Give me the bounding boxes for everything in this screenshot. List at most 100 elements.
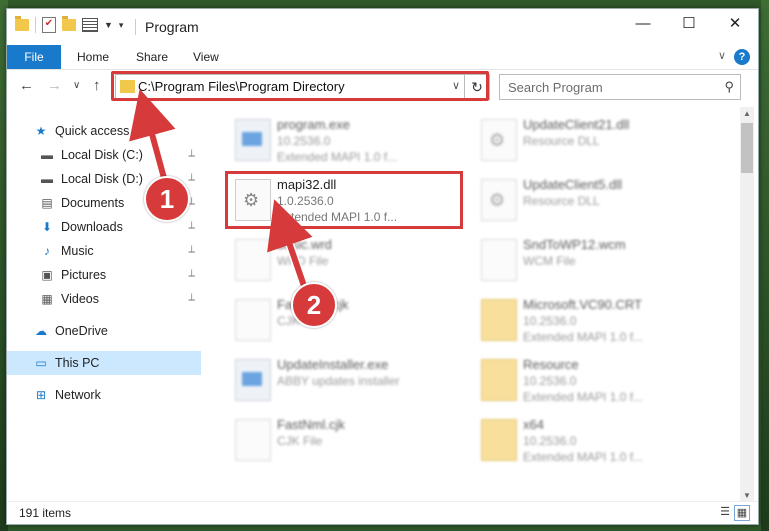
help-icon[interactable]: ? bbox=[734, 49, 750, 65]
search-placeholder: Search Program bbox=[508, 80, 603, 95]
file-name: UpdateInstaller.exe bbox=[277, 357, 389, 372]
details-view-icon[interactable]: ☰ bbox=[718, 505, 732, 519]
star-icon: ★ bbox=[35, 124, 47, 138]
scroll-up-icon[interactable]: ▲ bbox=[740, 109, 754, 118]
minimize-button[interactable]: — bbox=[620, 9, 666, 39]
file-icon bbox=[481, 239, 517, 281]
address-highlight-box bbox=[111, 71, 489, 101]
file-item[interactable]: Microsoft.VC90.CRT 10.2536.0 Extended MAPI… bbox=[475, 293, 715, 349]
file-item[interactable]: basic.wrd WRD File bbox=[229, 233, 469, 289]
recent-locations-button[interactable]: ∨ bbox=[73, 80, 80, 91]
vertical-scrollbar[interactable]: ▲ ▼ bbox=[740, 107, 754, 502]
pin-icon[interactable]: ⟂ bbox=[188, 292, 195, 303]
pin-icon[interactable]: ⟂ bbox=[188, 244, 195, 255]
sidebar-item-videos[interactable]: ▦ Videos ⟂ bbox=[7, 287, 201, 311]
scroll-down-icon[interactable]: ▼ bbox=[740, 491, 754, 500]
sidebar-item-label: Local Disk (D:) bbox=[61, 172, 143, 186]
callout-1: 1 bbox=[144, 176, 190, 222]
file-description: Extended MAPI 1.0 f... bbox=[277, 150, 398, 164]
divider bbox=[35, 17, 36, 33]
pin-icon[interactable]: ⟂ bbox=[188, 268, 195, 279]
sidebar-item-label: Quick access bbox=[55, 124, 130, 138]
close-button[interactable]: ✕ bbox=[712, 9, 758, 39]
tab-view[interactable]: View bbox=[193, 45, 219, 69]
file-detail: 10.2536.0 bbox=[523, 314, 577, 328]
file-item[interactable]: FastNml.cjk CJK File bbox=[229, 413, 469, 469]
maximize-button[interactable]: ☐ bbox=[666, 9, 712, 39]
pin-icon[interactable]: ⟂ bbox=[188, 148, 195, 159]
folder-icon bbox=[481, 419, 517, 461]
file-item[interactable]: x64 10.2536.0 Extended MAPI 1.0 f... bbox=[475, 413, 715, 469]
view-props-icon[interactable] bbox=[82, 18, 98, 32]
explorer-window: ✔ ▼ ▾ Program — ☐ ✕ File Home Share View… bbox=[6, 8, 759, 525]
search-icon[interactable]: ⚲ bbox=[724, 79, 734, 95]
search-input[interactable]: Search Program ⚲ bbox=[499, 74, 741, 100]
sidebar-item-label: OneDrive bbox=[55, 324, 108, 338]
file-icon bbox=[235, 299, 271, 341]
dll-file-icon bbox=[481, 119, 517, 161]
file-item[interactable]: program.exe 10.2536.0 Extended MAPI 1.0 f.… bbox=[229, 113, 469, 169]
divider bbox=[135, 19, 136, 35]
file-item[interactable]: UpdateInstaller.exe ABBY updates installe… bbox=[229, 353, 469, 409]
sidebar-item-onedrive[interactable]: ☁ OneDrive bbox=[7, 319, 201, 343]
tab-home[interactable]: Home bbox=[77, 45, 109, 69]
file-name: Resource bbox=[523, 357, 579, 372]
file-detail: ABBY updates installer bbox=[277, 374, 400, 388]
sidebar-item-this-pc[interactable]: ▭ This PC bbox=[7, 351, 201, 375]
file-item[interactable]: UpdateClient21.dll Resource DLL bbox=[475, 113, 715, 169]
tab-share[interactable]: Share bbox=[136, 45, 168, 69]
pin-icon[interactable]: ⟂ bbox=[188, 172, 195, 183]
window-title: Program bbox=[145, 19, 199, 35]
properties-check-icon[interactable]: ✔ bbox=[42, 17, 56, 33]
folder-icon[interactable] bbox=[15, 16, 29, 31]
file-highlight-box bbox=[225, 171, 463, 229]
file-item[interactable]: FastNext.cjkCJK File bbox=[229, 293, 469, 349]
file-detail: Resource DLL bbox=[523, 134, 600, 148]
forward-button[interactable]: → bbox=[47, 77, 62, 94]
back-button[interactable]: ← bbox=[19, 77, 34, 94]
file-icon bbox=[235, 419, 271, 461]
navigation-bar: ← → ∨ ↑ C:\Program Files\Program Directo… bbox=[7, 71, 758, 103]
navigation-pane: ★ Quick access ▬ Local Disk (C:) ⟂ ▬ Local Dis… bbox=[7, 107, 201, 502]
file-detail: 10.2536.0 bbox=[523, 434, 577, 448]
sidebar-item-label: Network bbox=[55, 388, 101, 402]
up-button[interactable]: ↑ bbox=[93, 77, 101, 94]
chevron-down-icon[interactable]: ▼ bbox=[104, 20, 113, 30]
sidebar-item-label: Music bbox=[61, 244, 94, 258]
tab-file[interactable]: File bbox=[7, 45, 61, 69]
sidebar-item-music[interactable]: ♪ Music ⟂ bbox=[7, 239, 201, 263]
large-icons-view-icon[interactable]: ▦ bbox=[734, 505, 750, 521]
desktop-background-right bbox=[761, 0, 769, 531]
pin-icon[interactable]: ⟂ bbox=[188, 220, 195, 231]
application-icon bbox=[235, 359, 271, 401]
pictures-icon: ▣ bbox=[41, 268, 53, 282]
sidebar-item-label: This PC bbox=[55, 356, 100, 370]
scrollbar-thumb[interactable] bbox=[741, 123, 753, 173]
file-description: Extended MAPI 1.0 f... bbox=[523, 390, 644, 404]
folder-icon bbox=[481, 299, 517, 341]
sidebar-item-label: Local Disk (C:) bbox=[61, 148, 143, 162]
drive-icon: ▬ bbox=[41, 148, 53, 162]
file-name: FastNml.cjk bbox=[277, 417, 345, 432]
file-item[interactable]: UpdateClient5.dll Resource DLL bbox=[475, 173, 715, 229]
file-item[interactable]: SndToWP12.wcm WCM File bbox=[475, 233, 715, 289]
file-item[interactable]: Resource 10.2536.0 Extended MAPI 1.0 f... bbox=[475, 353, 715, 409]
sidebar-item-local-disk-c[interactable]: ▬ Local Disk (C:) ⟂ bbox=[7, 143, 201, 167]
sidebar-item-quick-access[interactable]: ★ Quick access bbox=[7, 119, 201, 143]
file-name: Microsoft.VC90.CRT bbox=[523, 297, 642, 312]
sidebar-item-network[interactable]: ⊞ Network bbox=[7, 383, 201, 407]
sidebar-item-label: Documents bbox=[61, 196, 125, 210]
sidebar-item-label: Downloads bbox=[61, 220, 123, 234]
item-count: 191 items bbox=[19, 506, 72, 520]
file-detail: CJK File bbox=[277, 434, 323, 448]
file-description: Extended MAPI 1.0 f... bbox=[523, 450, 644, 464]
computer-icon: ▭ bbox=[35, 356, 47, 370]
folder-icon bbox=[481, 359, 517, 401]
expand-ribbon-icon[interactable]: ∨ bbox=[718, 49, 726, 62]
file-detail: 10.2536.0 bbox=[523, 374, 577, 388]
customize-toolbar-icon[interactable]: ▾ bbox=[119, 20, 124, 31]
file-detail: WCM File bbox=[523, 254, 576, 268]
sidebar-item-pictures[interactable]: ▣ Pictures ⟂ bbox=[7, 263, 201, 287]
new-folder-icon[interactable] bbox=[62, 16, 76, 31]
file-description: Extended MAPI 1.0 f... bbox=[523, 330, 644, 344]
